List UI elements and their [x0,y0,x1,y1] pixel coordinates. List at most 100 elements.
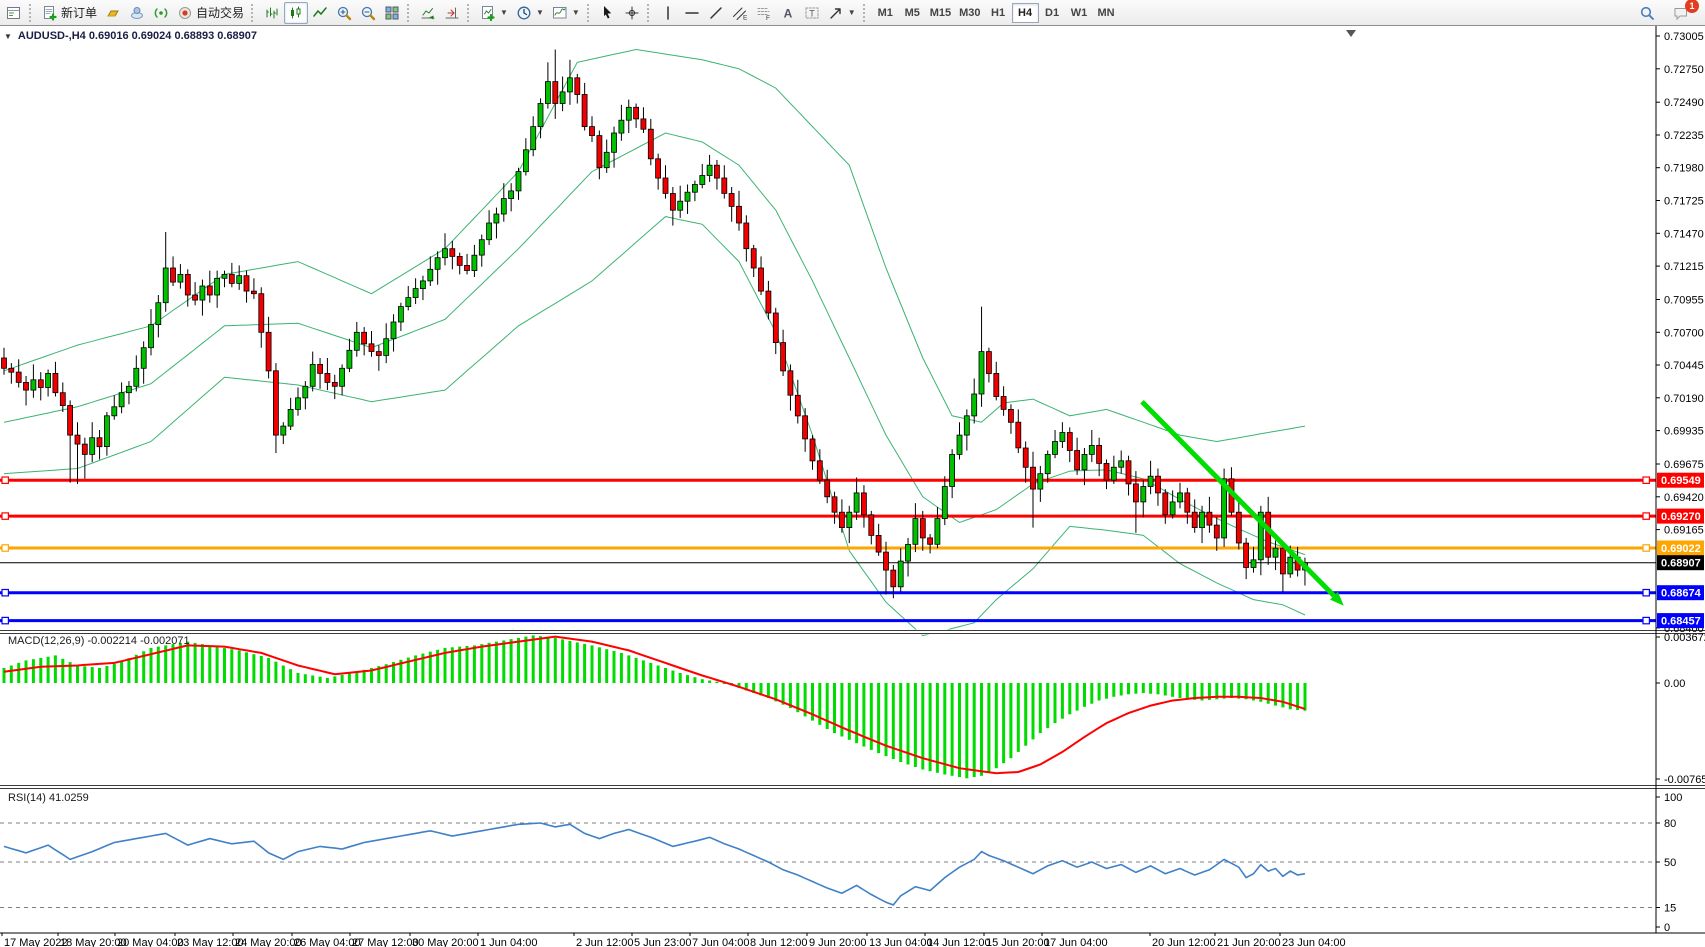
line-endpoint-handle[interactable] [2,477,8,483]
chart-area[interactable]: 0.730050.727500.724900.722350.719800.717… [0,26,1705,947]
time-tick-label: 27 May 12:00 [352,937,419,947]
price-tick-label: 0.71215 [1664,261,1704,273]
chart-line-icon [312,5,328,21]
price-tag-label: 0.69549 [1661,475,1701,487]
vertical-line-button[interactable] [656,2,680,24]
macd-histogram [3,635,1307,778]
timeframe-d1-button[interactable]: D1 [1039,3,1066,23]
market-watch-icon [6,5,22,21]
rsi-line [4,823,1305,905]
notifications-button[interactable]: 1 [1669,2,1693,24]
price-tick-label: 0.70955 [1664,295,1704,307]
line-endpoint-handle[interactable] [1643,590,1649,596]
tile-windows-button[interactable] [380,2,404,24]
line-endpoint-handle[interactable] [2,545,8,551]
market-watch-button[interactable] [2,2,26,24]
community-button[interactable] [125,2,149,24]
time-tick-label: 20 Jun 12:00 [1152,937,1216,947]
channel-icon: E [732,5,748,21]
time-tick-label: 8 Jun 12:00 [750,937,808,947]
equidistant-channel-button[interactable]: E [728,2,752,24]
timeframe-h4-button[interactable]: H4 [1012,3,1039,23]
candlestick-chart-button[interactable] [284,2,308,24]
signals-button[interactable] [149,2,173,24]
indicators-button[interactable]: ▼ [548,2,584,24]
price-tag-label: 0.68674 [1661,588,1702,600]
price-tick-label: 0.72235 [1664,130,1704,142]
trendline-icon [708,5,724,21]
line-endpoint-handle[interactable] [2,513,8,519]
price-tag-label: 0.68907 [1661,558,1701,570]
zoom-out-button[interactable] [356,2,380,24]
time-tick-label: 13 Jun 04:00 [869,937,933,947]
new-order-button-label: 新订单 [61,4,97,21]
bollinger-upper-band [4,50,1305,442]
price-tick-label: 0.72750 [1664,64,1704,76]
zoom-in-button[interactable] [332,2,356,24]
arrows-button[interactable]: ▼ [824,2,860,24]
new-order-icon [42,5,58,21]
cursor-icon [600,5,616,21]
price-tick-label: 0.70445 [1664,360,1704,372]
line-endpoint-handle[interactable] [2,617,8,623]
chart-bars-icon [264,5,280,21]
indicators-icon [552,5,568,21]
price-tick-label: 0.71470 [1664,228,1704,240]
line-endpoint-handle[interactable] [2,590,8,596]
chart-shift-button[interactable] [440,2,464,24]
new-chart-icon [480,5,496,21]
auto-scroll-button[interactable] [416,2,440,24]
new-chart-button[interactable]: ▼ [476,2,512,24]
trendline-button[interactable] [704,2,728,24]
autotrading-button[interactable]: 自动交易 [173,2,248,24]
bollinger-middle-band [4,133,1305,555]
time-tick-label: 9 Jun 20:00 [809,937,867,947]
time-tick-label: 5 Jun 23:00 [634,937,692,947]
text-button[interactable]: A [776,2,800,24]
notification-badge: 1 [1685,0,1699,13]
line-endpoint-handle[interactable] [1643,477,1649,483]
cursor-button[interactable] [596,2,620,24]
timeframe-m1-button[interactable]: M1 [872,3,899,23]
rsi-tick-label: 80 [1664,818,1676,830]
timeframe-m30-button[interactable]: M30 [955,3,984,23]
chart-shift-marker[interactable] [1346,30,1356,37]
bollinger-lower-band [4,217,1305,636]
macd-tick-label: -0.007656 [1664,774,1705,786]
toolbar-separator [647,4,652,22]
line-chart-button[interactable] [308,2,332,24]
trend-arrow-line[interactable] [1142,402,1334,596]
time-tick-label: 23 May 12:00 [177,937,244,947]
svg-text:T: T [809,8,815,18]
chart-canvas[interactable]: 0.730050.727500.724900.722350.719800.717… [0,26,1705,947]
time-tick-label: 7 Jun 04:00 [692,937,750,947]
timeframe-m5-button[interactable]: M5 [899,3,926,23]
fibonacci-button[interactable]: F [752,2,776,24]
line-endpoint-handle[interactable] [1643,513,1649,519]
text-label-button[interactable]: T [800,2,824,24]
gold-button[interactable] [101,2,125,24]
horizontal-line-button[interactable] [680,2,704,24]
zoom-in-icon [336,5,352,21]
time-tick-label: 2 Jun 12:00 [576,937,634,947]
time-tick-label: 20 May 04:00 [117,937,184,947]
chevron-down-icon: ▼ [536,8,544,17]
toolbar-separator [863,4,868,22]
price-tick-label: 0.70190 [1664,393,1704,405]
community-icon [129,5,145,21]
toolbar-separator [407,4,412,22]
bars-chart-button[interactable] [260,2,284,24]
timeframe-m15-button[interactable]: M15 [926,3,955,23]
timeframe-h1-button[interactable]: H1 [985,3,1012,23]
search-icon [1639,5,1655,21]
line-endpoint-handle[interactable] [1643,545,1649,551]
price-tag-label: 0.69270 [1661,511,1701,523]
timeframe-mn-button[interactable]: MN [1093,3,1120,23]
search-button[interactable] [1635,2,1659,24]
zoom-out-icon [360,5,376,21]
periods-button[interactable]: ▼ [512,2,548,24]
new-order-button[interactable]: 新订单 [38,2,101,24]
timeframe-w1-button[interactable]: W1 [1066,3,1093,23]
line-endpoint-handle[interactable] [1643,617,1649,623]
crosshair-button[interactable] [620,2,644,24]
